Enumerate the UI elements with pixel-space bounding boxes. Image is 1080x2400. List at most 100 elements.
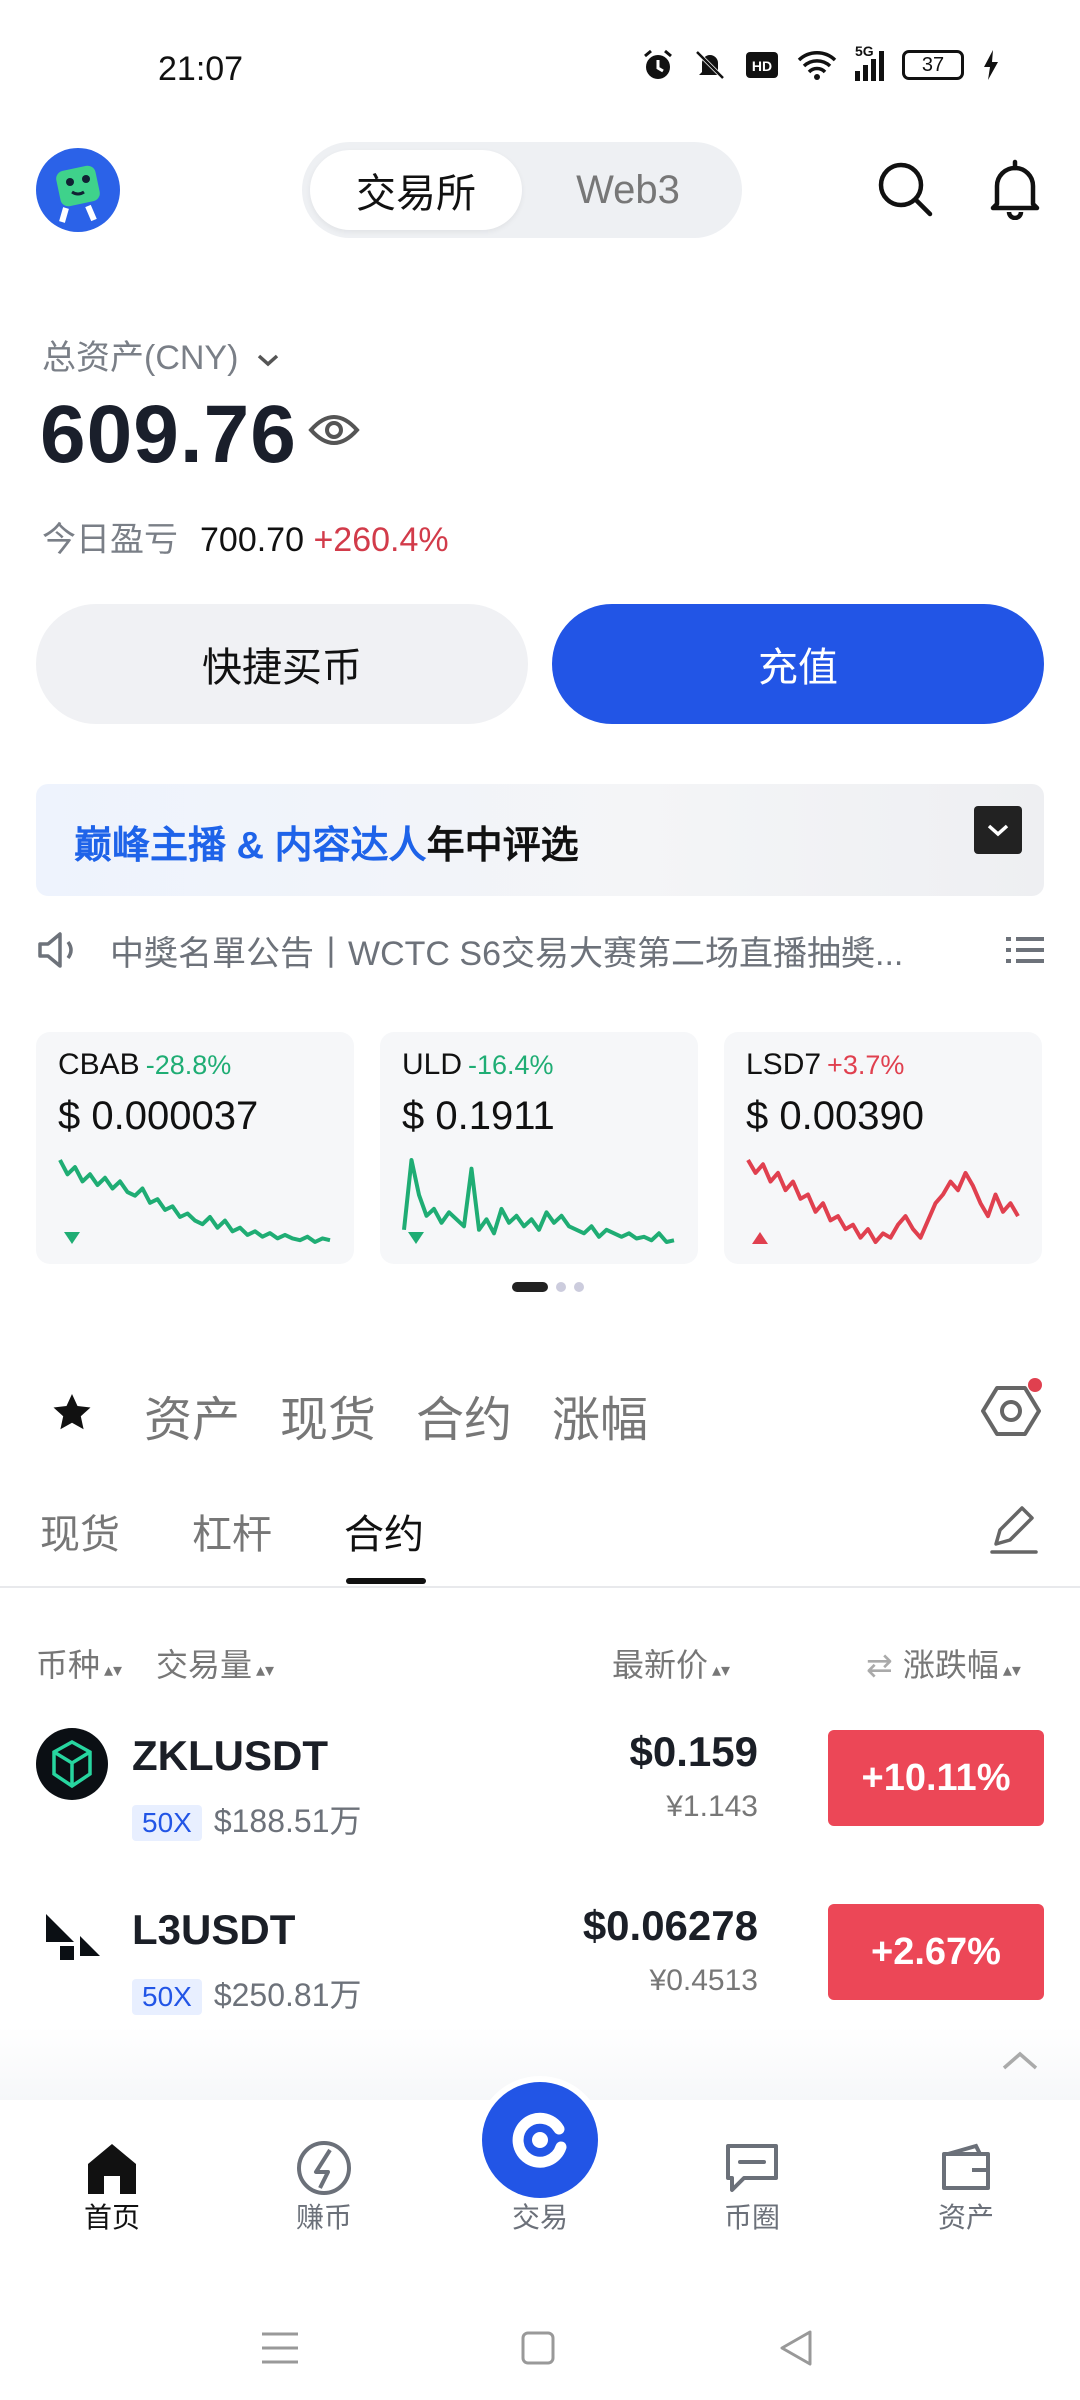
total-assets-selector[interactable]: 总资产(CNY): [42, 330, 280, 379]
nav-label: 资产: [937, 2202, 994, 2233]
wifi-icon: [797, 51, 837, 80]
menu-icon[interactable]: [260, 2330, 300, 2366]
tab-web3[interactable]: Web3: [522, 150, 734, 230]
announcement-bar[interactable]: 中獎名單公告丨WCTC S6交易大赛第二场直播抽奬...: [36, 920, 1044, 980]
search-icon: [878, 162, 933, 217]
row-meta: 50X $250.81万: [132, 1970, 362, 2016]
favorite-star-icon[interactable]: [52, 1392, 92, 1432]
sort-price[interactable]: 最新价 ▴▾: [612, 1640, 730, 1686]
row-price: $0.06278: [582, 1902, 758, 1949]
search-button[interactable]: [870, 154, 940, 224]
deposit-button[interactable]: 充值: [552, 604, 1044, 724]
market-card[interactable]: CBAB -28.8% $ 0.000037: [36, 1032, 354, 1264]
leverage-badge: 50X: [132, 1805, 202, 1841]
speaker-icon: [38, 932, 73, 968]
card-symbol: LSD7: [746, 1048, 822, 1081]
tab-category-spot[interactable]: 现货: [280, 1380, 376, 1450]
row-symbol: L3USDT: [132, 1906, 296, 1953]
settings-button[interactable]: [978, 1378, 1044, 1449]
card-symbol: CBAB: [58, 1048, 140, 1081]
table-row[interactable]: ZKLUSDT 50X $188.51万 $0.159 ¥1.143 +10.11…: [0, 1714, 1080, 1864]
trade-fab[interactable]: [476, 2076, 604, 2204]
hd-icon: HD: [746, 52, 778, 78]
sparkline: [58, 1159, 331, 1244]
chevron-up-icon[interactable]: [1000, 2048, 1040, 2072]
list-icon[interactable]: [1006, 934, 1044, 966]
market-card[interactable]: LSD7 +3.7% $ 0.00390: [724, 1032, 1042, 1264]
swap-icon[interactable]: ⇄: [866, 1647, 893, 1683]
change-badge[interactable]: +2.67%: [828, 1904, 1044, 2000]
nav-label: 币圈: [723, 2202, 780, 2233]
nav-home[interactable]: 首页: [32, 2140, 192, 2236]
row-meta: 50X $188.51万: [132, 1796, 362, 1842]
tab-category-futures[interactable]: 合约: [416, 1380, 512, 1450]
card-symbol: ULD: [402, 1048, 463, 1081]
toggle-visibility-button[interactable]: [308, 410, 360, 455]
tab-category-assets[interactable]: 资产: [144, 1380, 240, 1450]
edit-button[interactable]: [986, 1500, 1042, 1561]
nav-assets[interactable]: 资产: [886, 2140, 1046, 2236]
alarm-icon: [644, 49, 672, 79]
home-square-icon[interactable]: [520, 2330, 556, 2366]
pnl-percent: +260.4%: [313, 521, 449, 559]
card-change: +3.7%: [827, 1050, 905, 1080]
pnl-label: 今日盈亏: [42, 521, 178, 559]
quick-buy-button[interactable]: 快捷买币: [36, 604, 528, 724]
mute-bell-icon: [695, 50, 725, 80]
banner-title: 巅峰主播 & 内容达人年中评选: [74, 814, 579, 869]
today-pnl: 今日盈亏 700.70 +260.4%: [42, 512, 449, 561]
change-badge[interactable]: +10.11%: [828, 1730, 1044, 1826]
nav-label: 首页: [83, 2202, 140, 2233]
subtab-margin[interactable]: 杠杆: [192, 1502, 272, 1560]
trade-fab-inner: [482, 2082, 598, 2198]
header-coin: 币种: [36, 1647, 101, 1683]
pnl-value: 700.70: [200, 521, 304, 559]
banner-collapse-button[interactable]: [974, 806, 1022, 854]
market-card[interactable]: ULD -16.4% $ 0.1911: [380, 1032, 698, 1264]
divider: [0, 1586, 1080, 1588]
row-cny-price: ¥0.4513: [649, 1964, 758, 1997]
sparkline: [402, 1158, 675, 1244]
table-row[interactable]: L3USDT 50X $250.81万 $0.06278 ¥0.4513 +2.6…: [0, 1888, 1080, 2038]
row-volume: $188.51万: [213, 1803, 362, 1839]
chevron-down-icon: [257, 354, 279, 367]
total-assets-label: 总资产(CNY): [42, 339, 239, 377]
wallet-icon: [942, 2143, 990, 2190]
notification-button[interactable]: [980, 154, 1050, 224]
hexagon-settings-icon: [981, 1378, 1042, 1436]
subtab-spot[interactable]: 现货: [40, 1502, 120, 1560]
nav-earn[interactable]: 赚币: [244, 2140, 404, 2236]
tab-exchange[interactable]: 交易所: [310, 150, 522, 230]
card-price: $ 0.1911: [402, 1094, 555, 1138]
subtab-futures[interactable]: 合约: [344, 1502, 424, 1560]
sort-coin[interactable]: 币种 ▴▾: [36, 1640, 122, 1686]
battery-level: 37: [921, 53, 945, 76]
trade-logo-icon: [512, 2112, 567, 2168]
banner-highlight: 巅峰主播 & 内容达人: [74, 825, 427, 867]
card-change: -28.8%: [145, 1050, 232, 1080]
sort-icon: ▴▾: [712, 1660, 731, 1680]
sort-change[interactable]: ⇄ 涨跌幅 ▴▾: [866, 1640, 1021, 1686]
avatar[interactable]: [36, 148, 120, 232]
eye-icon: [308, 415, 360, 445]
signal-icon: 5G: [855, 43, 884, 81]
nav-community[interactable]: 币圈: [672, 2140, 832, 2236]
announcement-text: 中獎名單公告丨WCTC S6交易大赛第二场直播抽奬...: [110, 934, 904, 973]
status-icons: HD 5G 37: [641, 43, 1000, 82]
sort-icon: ▴▾: [1002, 1660, 1021, 1680]
header-price: 最新价: [612, 1647, 709, 1683]
svg-text:HD: HD: [752, 58, 772, 74]
chat-bubble-icon: [726, 2144, 778, 2192]
sort-icon: ▴▾: [104, 1660, 123, 1680]
card-price: $ 0.000037: [58, 1094, 259, 1138]
promo-banner[interactable]: 巅峰主播 & 内容达人年中评选: [36, 784, 1044, 896]
back-icon[interactable]: [778, 2328, 814, 2368]
sort-volume[interactable]: 交易量 ▴▾: [156, 1640, 274, 1686]
tab-category-gainers[interactable]: 涨幅: [552, 1380, 648, 1450]
status-time: 21:07: [158, 50, 244, 88]
sparkline: [746, 1158, 1020, 1244]
active-tab-indicator: [346, 1578, 426, 1584]
chevron-down-icon: [987, 824, 1009, 837]
exchange-web3-switch: 交易所 Web3: [302, 142, 742, 238]
l3-coin-icon: [36, 1902, 108, 1974]
